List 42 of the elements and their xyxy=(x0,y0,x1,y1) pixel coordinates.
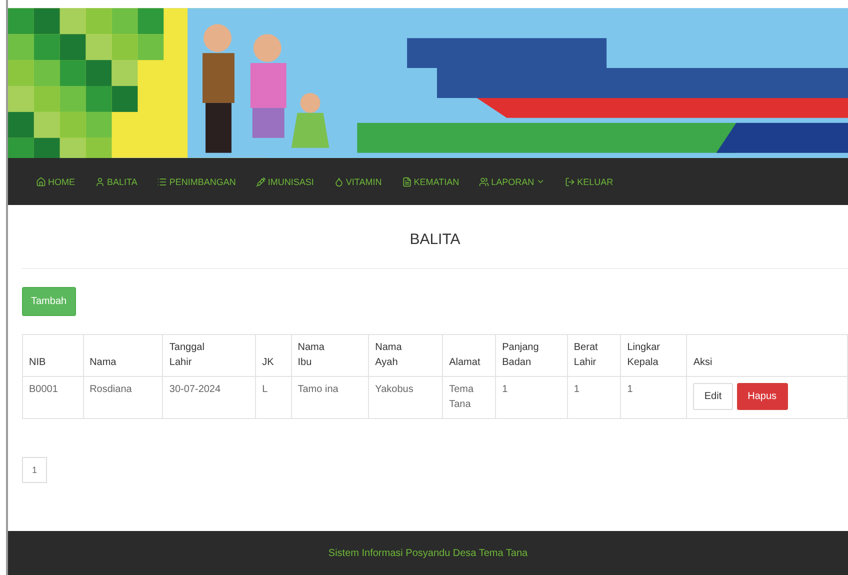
column-header: Berat Lahir xyxy=(567,334,621,376)
nav-link[interactable]: KELUAR xyxy=(565,176,614,186)
user-icon xyxy=(95,176,105,186)
table-cell: Tamo ina xyxy=(291,376,369,418)
document-icon xyxy=(402,176,412,186)
nav-link[interactable]: LAPORAN xyxy=(479,176,546,186)
table-cell: B0001 xyxy=(22,376,84,418)
nav-link[interactable]: VITAMIN xyxy=(334,176,382,186)
nav-link[interactable]: PENIMBANGAN xyxy=(157,176,236,186)
table-cell: Yakobus xyxy=(368,376,443,418)
table-cell: L xyxy=(256,376,292,418)
column-header: Nama xyxy=(83,334,163,376)
column-header: Aksi xyxy=(686,334,848,376)
column-header: Tanggal Lahir xyxy=(162,334,256,376)
page-button[interactable]: 1 xyxy=(22,457,48,483)
table-cell: Tema Tana xyxy=(442,376,496,418)
nav-link[interactable]: BALITA xyxy=(95,176,138,186)
logout-icon xyxy=(565,176,576,186)
column-header: Panjang Badan xyxy=(496,334,568,376)
footer-text: Sistem Informasi Posyandu Desa Tema Tana xyxy=(328,548,528,558)
column-header: JK xyxy=(256,334,292,376)
page-title: BALITA xyxy=(22,231,848,269)
edit-button[interactable]: Edit xyxy=(693,383,733,410)
column-header: NIB xyxy=(22,334,84,376)
table-cell: 1 xyxy=(567,376,621,418)
list-icon xyxy=(157,176,168,186)
column-header: Nama Ibu xyxy=(291,334,369,376)
delete-button[interactable]: Hapus xyxy=(736,383,788,410)
column-header: Nama Ayah xyxy=(368,334,443,376)
table-cell: 30-07-2024 xyxy=(162,376,256,418)
table-cell: 1 xyxy=(496,376,568,418)
nav-link[interactable]: HOME xyxy=(36,176,75,186)
table-cell: 1 xyxy=(620,376,687,418)
syringe-icon xyxy=(256,176,266,186)
home-icon xyxy=(36,176,46,186)
table-cell: Rosdiana xyxy=(83,376,163,418)
users-icon xyxy=(479,176,490,186)
nav-link[interactable]: KEMATIAN xyxy=(402,176,460,186)
column-header: Alamat xyxy=(442,334,496,376)
nav-link[interactable]: IMUNISASI xyxy=(256,176,314,186)
drop-icon xyxy=(334,176,344,186)
column-header: Lingkar Kepala xyxy=(620,334,687,376)
